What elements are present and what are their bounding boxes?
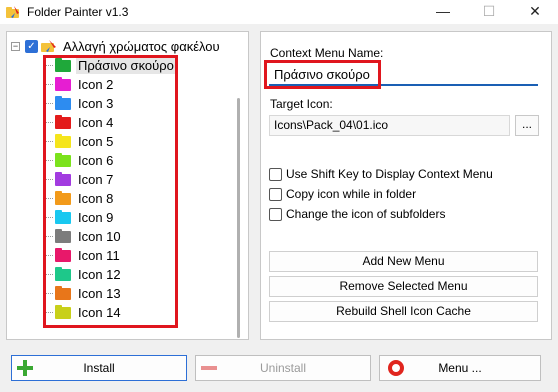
folder-painter-app-icon <box>6 6 19 18</box>
menu-label: Menu ... <box>438 361 482 375</box>
tree-scrollbar[interactable] <box>237 98 240 338</box>
tree-item-label: Icon 7 <box>78 172 114 187</box>
install-label: Install <box>83 361 115 375</box>
tree-connector-line <box>45 217 53 218</box>
folder-icon <box>55 57 71 72</box>
menu-tree-panel[interactable]: − ✓ Αλλαγή χρώματος φακέλου Πράσινο σκού… <box>6 31 249 340</box>
tree-item-label: Icon 12 <box>78 267 121 282</box>
tree-item-label: Icon 9 <box>78 210 114 225</box>
window-title: Folder Painter v1.3 <box>27 5 129 19</box>
tree-item-label: Icon 11 <box>78 248 120 263</box>
tree-connector-line <box>45 274 53 275</box>
folder-icon <box>55 304 71 319</box>
tree-connector-line <box>45 122 53 123</box>
tree-item-label: Icon 2 <box>78 77 114 92</box>
target-icon-label: Target Icon: <box>270 97 333 111</box>
tree-connector-line <box>45 65 53 66</box>
tree-connector-line <box>45 236 53 237</box>
option-copy-icon[interactable]: Copy icon while in folder <box>269 187 416 201</box>
tree-connector-line <box>45 312 53 313</box>
tree-item-label: Icon 6 <box>78 153 114 168</box>
tree-item[interactable]: Icon 8 <box>45 189 176 208</box>
add-new-menu-button[interactable]: Add New Menu <box>269 251 538 272</box>
minus-icon <box>201 360 217 376</box>
tree-item[interactable]: Icon 7 <box>45 170 176 189</box>
shift-key-checkbox[interactable] <box>269 167 282 181</box>
tree-item[interactable]: Icon 6 <box>45 151 176 170</box>
tree-item-label: Icon 3 <box>78 96 114 111</box>
tree-connector-line <box>45 141 53 142</box>
tree-items: Πράσινο σκούρο Icon 2 Icon 3 Icon 4 Icon 5 Ic… <box>45 56 176 322</box>
uninstall-button[interactable]: Uninstall <box>195 355 371 381</box>
browse-button[interactable]: ... <box>515 115 539 136</box>
tree-connector-line <box>45 160 53 161</box>
folder-icon <box>55 152 71 167</box>
folder-icon <box>55 228 71 243</box>
tree-item-label: Icon 8 <box>78 191 114 206</box>
subfolders-checkbox[interactable] <box>269 207 282 221</box>
tree-item[interactable]: Icon 4 <box>45 113 176 132</box>
tree-root-label: Αλλαγή χρώματος φακέλου <box>63 38 220 54</box>
folder-icon <box>55 266 71 281</box>
folder-icon <box>55 285 71 300</box>
tree-connector-line <box>45 84 53 85</box>
lifebuoy-icon <box>388 360 404 376</box>
tree-item[interactable]: Icon 2 <box>45 75 176 94</box>
tree-item[interactable]: Icon 12 <box>45 265 176 284</box>
root-checkbox[interactable]: ✓ <box>25 39 38 53</box>
tree-root[interactable]: − ✓ Αλλαγή χρώματος φακέλου <box>11 38 220 54</box>
tree-item[interactable]: Icon 13 <box>45 284 176 303</box>
collapse-icon[interactable]: − <box>11 41 20 51</box>
tree-item-label: Icon 4 <box>78 115 114 130</box>
minimize-button[interactable]: — <box>420 0 466 24</box>
tree-connector-line <box>45 198 53 199</box>
rebuild-icon-cache-button[interactable]: Rebuild Shell Icon Cache <box>269 301 538 322</box>
remove-selected-menu-button[interactable]: Remove Selected Menu <box>269 276 538 297</box>
tree-connector-line <box>45 255 53 256</box>
tree-item[interactable]: Icon 10 <box>45 227 176 246</box>
title-bar: Folder Painter v1.3 — ☐ ✕ <box>0 0 558 24</box>
folder-icon <box>55 247 71 262</box>
tree-item-label: Icon 13 <box>78 286 121 301</box>
folder-icon <box>55 114 71 129</box>
target-icon-field[interactable]: Icons\Pack_04\01.ico <box>269 115 510 136</box>
subfolders-label: Change the icon of subfolders <box>286 207 446 221</box>
tree-item-label: Icon 10 <box>78 229 121 244</box>
folder-icon <box>55 209 71 224</box>
maximize-button[interactable]: ☐ <box>466 0 512 24</box>
option-shift-key[interactable]: Use Shift Key to Display Context Menu <box>269 167 493 181</box>
tree-item-label: Πράσινο σκούρο <box>76 57 176 74</box>
tree-item[interactable]: Icon 9 <box>45 208 176 227</box>
copy-icon-label: Copy icon while in folder <box>286 187 417 201</box>
tree-item[interactable]: Icon 3 <box>45 94 176 113</box>
context-menu-name-label: Context Menu Name: <box>270 46 384 60</box>
tree-item[interactable]: Icon 11 <box>45 246 176 265</box>
tree-item[interactable]: Icon 5 <box>45 132 176 151</box>
tree-connector-line <box>45 103 53 104</box>
folder-icon <box>55 190 71 205</box>
folder-icon <box>55 133 71 148</box>
folder-icon <box>55 171 71 186</box>
tree-item[interactable]: Icon 14 <box>45 303 176 322</box>
folder-icon <box>55 95 71 110</box>
tree-item-label: Icon 5 <box>78 134 114 149</box>
install-button[interactable]: Install <box>11 355 187 381</box>
folder-icon <box>55 76 71 91</box>
plus-icon <box>17 360 33 376</box>
tree-item-label: Icon 14 <box>78 305 121 320</box>
close-button[interactable]: ✕ <box>512 0 558 24</box>
context-menu-name-input[interactable] <box>269 64 538 86</box>
copy-icon-checkbox[interactable] <box>269 187 282 201</box>
tree-connector-line <box>45 179 53 180</box>
option-subfolders[interactable]: Change the icon of subfolders <box>269 207 445 221</box>
uninstall-label: Uninstall <box>259 361 307 375</box>
shift-key-label: Use Shift Key to Display Context Menu <box>286 167 493 181</box>
menu-button[interactable]: Menu ... <box>379 355 541 381</box>
tree-connector-line <box>45 293 53 294</box>
paint-brush-icon <box>41 40 56 52</box>
tree-item[interactable]: Πράσινο σκούρο <box>45 56 176 75</box>
